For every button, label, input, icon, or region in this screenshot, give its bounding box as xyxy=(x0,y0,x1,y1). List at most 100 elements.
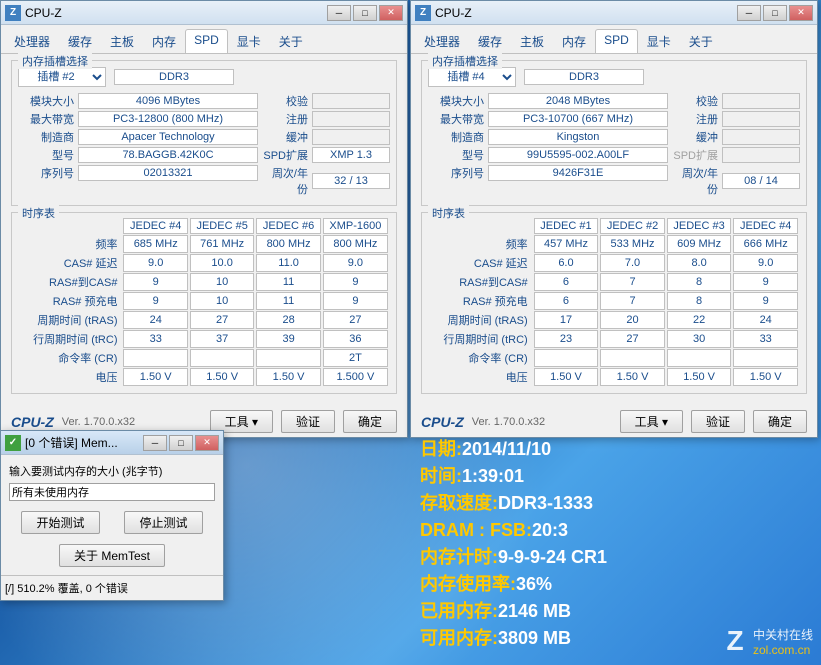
maximize-button[interactable]: □ xyxy=(353,5,377,21)
timing-cell: 36 xyxy=(323,330,388,348)
label-spd-ext: SPD扩展 xyxy=(262,147,312,163)
minimize-button[interactable]: ─ xyxy=(143,435,167,451)
tab-显卡[interactable]: 显卡 xyxy=(228,29,270,53)
overlay-timing-value: 9-9-9-24 CR1 xyxy=(498,544,607,571)
timing-cell: 8 xyxy=(667,273,732,291)
slot-select[interactable]: 插槽 #2 xyxy=(18,67,106,87)
timing-row-label: 电压 xyxy=(430,368,532,386)
tabs: 处理器缓存主板内存SPD显卡关于 xyxy=(411,25,817,54)
mem-type: DDR3 xyxy=(114,69,234,85)
module-size: 2048 MBytes xyxy=(488,93,668,109)
tab-显卡[interactable]: 显卡 xyxy=(638,29,680,53)
titlebar[interactable]: Z CPU-Z ─ □ ✕ xyxy=(411,1,817,25)
overlay-speed-value: DDR3-1333 xyxy=(498,490,593,517)
timing-cell xyxy=(123,349,187,367)
tab-SPD[interactable]: SPD xyxy=(185,29,228,53)
memory-size-input[interactable] xyxy=(9,483,215,501)
dropdown-icon: ▾ xyxy=(252,415,258,429)
tab-缓存[interactable]: 缓存 xyxy=(469,29,511,53)
timing-cell: 11 xyxy=(256,273,320,291)
tab-关于[interactable]: 关于 xyxy=(270,29,312,53)
memtest-window: ✓ [0 个错误] Mem... ─ □ ✕ 输入要测试内存的大小 (兆字节) … xyxy=(0,430,224,601)
ok-button[interactable]: 确定 xyxy=(343,410,397,433)
stop-test-button[interactable]: 停止测试 xyxy=(124,511,202,534)
timing-table: JEDEC #4JEDEC #5JEDEC #6XMP-1600频率685 MH… xyxy=(18,217,390,387)
registered xyxy=(312,111,390,127)
timing-cell: 1.50 V xyxy=(667,368,732,386)
about-button[interactable]: 关于 MemTest xyxy=(59,544,165,567)
overlay-time-label: 时间: xyxy=(420,463,462,490)
group-title: 时序表 xyxy=(18,205,59,221)
timing-cell: 24 xyxy=(123,311,187,329)
slot-selection-group: 内存插槽选择 插槽 #4 DDR3 模块大小2048 MBytes 最大带宽PC… xyxy=(421,60,807,206)
timing-cell: 10.0 xyxy=(190,254,254,272)
timing-header: XMP-1600 xyxy=(323,218,388,234)
minimize-button[interactable]: ─ xyxy=(737,5,761,21)
timing-cell: 609 MHz xyxy=(667,235,732,253)
prompt-label: 输入要测试内存的大小 (兆字节) xyxy=(9,463,215,479)
timing-cell: 6 xyxy=(534,292,599,310)
overlay-dram-value: 20:3 xyxy=(532,517,568,544)
cpuz-logo: CPU-Z xyxy=(11,414,54,430)
timing-cell: 30 xyxy=(667,330,732,348)
overlay-usage-label: 内存使用率: xyxy=(420,571,516,598)
maximize-button[interactable]: □ xyxy=(169,435,193,451)
dropdown-icon: ▾ xyxy=(662,415,668,429)
titlebar[interactable]: Z CPU-Z ─ □ ✕ xyxy=(1,1,407,25)
timing-header: JEDEC #1 xyxy=(534,218,599,234)
validate-button[interactable]: 验证 xyxy=(281,410,335,433)
tab-缓存[interactable]: 缓存 xyxy=(59,29,101,53)
timing-cell: 24 xyxy=(733,311,798,329)
timing-cell: 685 MHz xyxy=(123,235,187,253)
label-module-size: 模块大小 xyxy=(18,93,78,109)
manufacturer: Kingston xyxy=(488,129,668,145)
week-year: 08 / 14 xyxy=(722,173,800,189)
tab-主板[interactable]: 主板 xyxy=(101,29,143,53)
correction xyxy=(312,93,390,109)
version: Ver. 1.70.0.x32 xyxy=(472,416,545,428)
tab-内存[interactable]: 内存 xyxy=(553,29,595,53)
timing-cell: 2T xyxy=(323,349,388,367)
buffered xyxy=(722,129,800,145)
maximize-button[interactable]: □ xyxy=(763,5,787,21)
timing-row-label: 周期时间 (tRAS) xyxy=(430,311,532,329)
zol-logo-icon: Z xyxy=(727,625,744,657)
timing-cell: 800 MHz xyxy=(323,235,388,253)
watermark-cn: 中关村在线 xyxy=(753,628,813,642)
start-test-button[interactable]: 开始测试 xyxy=(21,511,99,534)
timing-cell: 27 xyxy=(600,330,665,348)
titlebar[interactable]: ✓ [0 个错误] Mem... ─ □ ✕ xyxy=(1,431,223,455)
timing-cell xyxy=(600,349,665,367)
timing-row-label: RAS# 预充电 xyxy=(20,292,121,310)
timing-cell: 39 xyxy=(256,330,320,348)
tab-主板[interactable]: 主板 xyxy=(511,29,553,53)
close-button[interactable]: ✕ xyxy=(195,435,219,451)
close-button[interactable]: ✕ xyxy=(789,5,813,21)
overlay-used-label: 已用内存: xyxy=(420,598,498,625)
slot-select[interactable]: 插槽 #4 xyxy=(428,67,516,87)
tab-内存[interactable]: 内存 xyxy=(143,29,185,53)
group-title: 内存插槽选择 xyxy=(428,53,502,69)
label-manufacturer: 制造商 xyxy=(428,129,488,145)
overlay-timing-label: 内存计时: xyxy=(420,544,498,571)
overlay-used-value: 2146 MB xyxy=(498,598,571,625)
label-part-number: 型号 xyxy=(428,147,488,163)
timing-header: JEDEC #4 xyxy=(123,218,187,234)
label-manufacturer: 制造商 xyxy=(18,129,78,145)
module-size: 4096 MBytes xyxy=(78,93,258,109)
tab-处理器[interactable]: 处理器 xyxy=(5,29,59,53)
close-button[interactable]: ✕ xyxy=(379,5,403,21)
timing-cell: 9.0 xyxy=(123,254,187,272)
timing-cell: 6.0 xyxy=(534,254,599,272)
minimize-button[interactable]: ─ xyxy=(327,5,351,21)
tab-关于[interactable]: 关于 xyxy=(680,29,722,53)
status-bar: [/] 510.2% 覆盖, 0 个错误 xyxy=(1,575,223,600)
tab-SPD[interactable]: SPD xyxy=(595,29,638,53)
week-year: 32 / 13 xyxy=(312,173,390,189)
timing-cell: 1.500 V xyxy=(323,368,388,386)
timing-cell: 7 xyxy=(600,273,665,291)
correction xyxy=(722,93,800,109)
timing-row-label: RAS#到CAS# xyxy=(430,273,532,291)
tab-处理器[interactable]: 处理器 xyxy=(415,29,469,53)
timing-group: 时序表 JEDEC #1JEDEC #2JEDEC #3JEDEC #4频率45… xyxy=(421,212,807,394)
